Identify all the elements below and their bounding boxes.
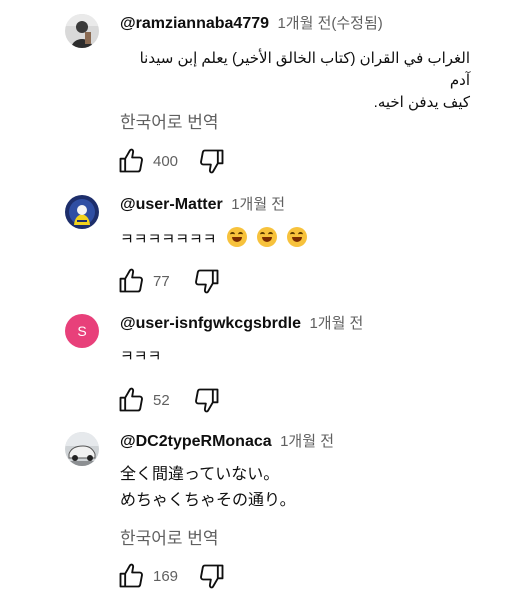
comment-header: @DC2typeRMonaca 1개월 전: [120, 432, 334, 452]
thumbs-up-icon[interactable]: [117, 267, 145, 295]
translate-button[interactable]: 한국어로 번역: [120, 524, 219, 549]
avatar[interactable]: [65, 432, 99, 466]
thumbs-down-icon[interactable]: [193, 267, 221, 295]
laughing-emoji-icon: [226, 227, 247, 247]
laughing-emoji-icon: [256, 227, 277, 247]
translate-button[interactable]: 한국어로 번역: [120, 108, 219, 133]
comment-line: ㅋㅋㅋ: [120, 348, 162, 365]
comment-time[interactable]: 1개월 전: [309, 315, 363, 332]
comment-line: الغراب في القران (كتاب الخالق الأخير) يع…: [139, 50, 470, 89]
thumbs-up-icon[interactable]: [117, 562, 145, 590]
like-count: 400: [153, 152, 179, 170]
avatar[interactable]: [65, 14, 99, 48]
comment-text: 全く間違っていない。 めちゃくちゃその通り。: [120, 462, 520, 514]
laughing-emoji-icon: [287, 227, 308, 247]
comment-actions: 169: [117, 562, 226, 590]
thumbs-down-icon[interactable]: [193, 386, 221, 414]
comment-time[interactable]: 1개월 전: [280, 433, 334, 450]
comment-header: @ramziannaba4779 1개월 전(수정됨): [120, 14, 383, 34]
thumbs-down-icon[interactable]: [198, 147, 226, 175]
avatar[interactable]: [65, 195, 99, 229]
avatar-letter: S: [77, 323, 87, 339]
thumbs-up-icon[interactable]: [117, 386, 145, 414]
comment-text: ㅋㅋㅋ: [120, 346, 520, 368]
thumbs-up-icon[interactable]: [117, 147, 145, 175]
like-count: 169: [153, 567, 179, 585]
avatar[interactable]: S: [65, 314, 99, 348]
comment-author[interactable]: @ramziannaba4779: [120, 15, 269, 32]
comment-line: 全く間違っていない。: [120, 466, 280, 483]
like-count: 77: [153, 272, 170, 290]
like-count: 52: [153, 391, 170, 409]
comment-header: @user-isnfgwkcgsbrdle 1개월 전: [120, 314, 363, 334]
comment-time[interactable]: 1개월 전: [231, 196, 285, 213]
comment-actions: 400: [117, 147, 226, 175]
comment-actions: 77: [117, 267, 221, 295]
thumbs-down-icon[interactable]: [198, 562, 226, 590]
comment-time[interactable]: 1개월 전(수정됨): [277, 15, 382, 32]
comment-header: @user-Matter 1개월 전: [120, 195, 285, 215]
comment-text: ㅋㅋㅋㅋㅋㅋㅋ: [120, 227, 520, 251]
comment-line: めちゃくちゃその通り。: [120, 492, 296, 509]
comment-author[interactable]: @user-Matter: [120, 196, 223, 213]
comment-text: الغراب في القران (كتاب الخالق الأخير) يع…: [120, 48, 470, 114]
comment-actions: 52: [117, 386, 221, 414]
comment-author[interactable]: @user-isnfgwkcgsbrdle: [120, 315, 301, 332]
comment-author[interactable]: @DC2typeRMonaca: [120, 433, 272, 450]
comment-line: ㅋㅋㅋㅋㅋㅋㅋ: [120, 231, 217, 248]
